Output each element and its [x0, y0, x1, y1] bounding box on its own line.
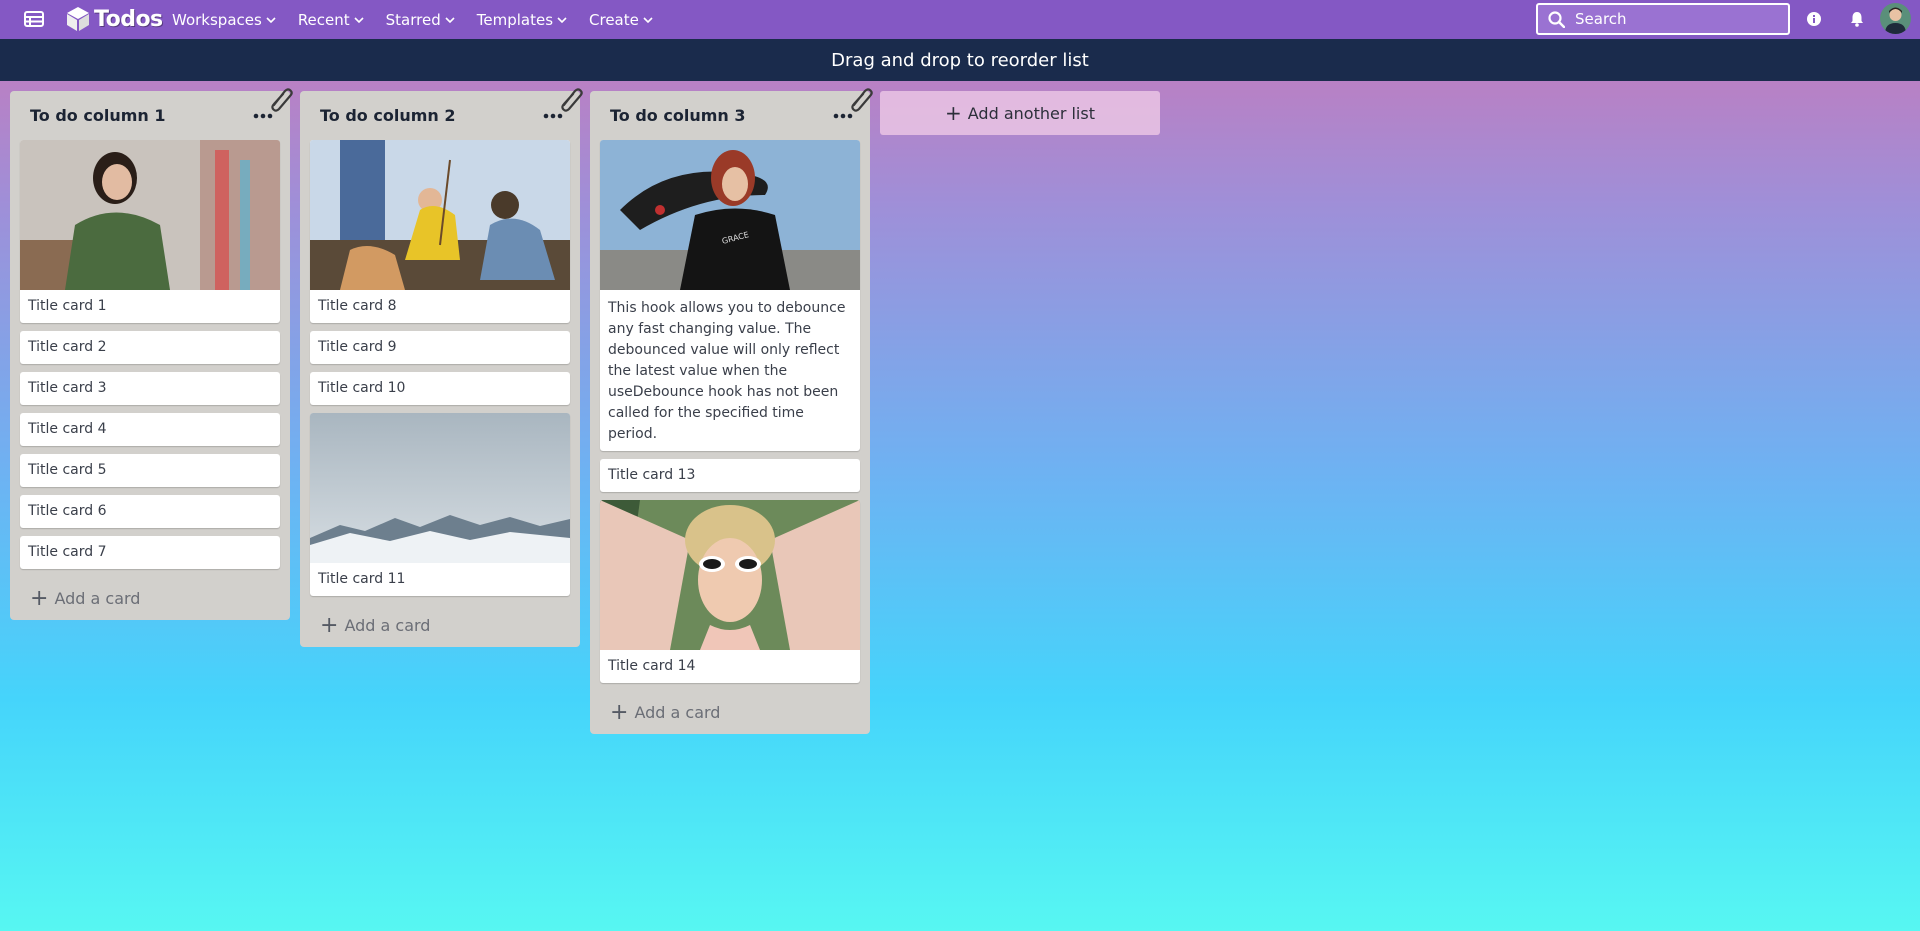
card[interactable]: Title card 10	[310, 372, 570, 405]
card-title: Title card 14	[608, 658, 696, 674]
chevron-down-icon	[445, 16, 455, 23]
add-list-button[interactable]: + Add another list	[880, 91, 1160, 135]
woman-with-skateboard-image: GRACE	[600, 140, 860, 290]
add-card-label: Add a card	[344, 616, 431, 635]
nav-recent-label: Recent	[297, 10, 350, 29]
card[interactable]: Title card 5	[20, 454, 280, 487]
woman-with-sunglasses-image	[600, 500, 860, 650]
card-with-image[interactable]: Title card 8	[310, 140, 570, 323]
plus-icon: +	[320, 613, 339, 638]
card[interactable]: Title card 4	[20, 413, 280, 446]
cube-logo-icon	[67, 7, 89, 31]
nav-starred[interactable]: Starred	[386, 11, 455, 29]
woman-in-green-shirt-image	[20, 140, 280, 290]
card-title: Title card 11	[318, 571, 406, 587]
snowy-mountains-image	[310, 413, 570, 563]
brand-name: Todos	[94, 6, 163, 32]
list-header: To do column 2	[310, 88, 583, 140]
nav-recent[interactable]: Recent	[298, 11, 364, 29]
add-card-button[interactable]: + Add a card	[310, 604, 570, 647]
group-planting-tree-image	[310, 140, 570, 290]
list-column-3[interactable]: To do column 3 GRACE This hook allows yo…	[590, 88, 873, 734]
chevron-down-icon	[643, 16, 653, 23]
user-avatar-icon	[1880, 3, 1911, 34]
nav-templates-label: Templates	[476, 10, 554, 29]
nav-create[interactable]: Create	[589, 11, 653, 29]
card-title: Title card 8	[318, 298, 397, 314]
chevron-down-icon	[354, 16, 364, 23]
bell-icon[interactable]	[1848, 10, 1866, 28]
card-title: Title card 1	[28, 298, 107, 314]
brand-logo[interactable]: Todos	[66, 5, 163, 33]
drag-drop-banner: Drag and drop to reorder list	[0, 39, 1920, 81]
avatar[interactable]	[1880, 3, 1911, 34]
chevron-down-icon	[557, 16, 567, 23]
list-header: To do column 3	[600, 88, 873, 140]
card-with-image[interactable]: Title card 14	[600, 500, 860, 683]
nav-workspaces[interactable]: Workspaces	[172, 11, 276, 29]
card-title: Title card 9	[318, 339, 397, 355]
nav-starred-label: Starred	[385, 10, 441, 29]
card-title: Title card 7	[28, 544, 107, 560]
card[interactable]: Title card 13	[600, 459, 860, 492]
info-icon[interactable]	[1806, 11, 1822, 27]
card-title: Title card 13	[608, 467, 696, 483]
banner-text: Drag and drop to reorder list	[831, 49, 1089, 71]
card[interactable]: Title card 9	[310, 331, 570, 364]
card-title: Title card 3	[28, 380, 107, 396]
card-with-image[interactable]: GRACE This hook allows you to debounce a…	[600, 140, 860, 451]
card[interactable]: Title card 3	[20, 372, 280, 405]
card[interactable]: Title card 7	[20, 536, 280, 569]
paperclip-icon[interactable]	[558, 85, 584, 113]
plus-icon: +	[945, 101, 962, 125]
card[interactable]: Title card 6	[20, 495, 280, 528]
list-title[interactable]: To do column 1	[30, 106, 165, 125]
card-with-image[interactable]: Title card 1	[20, 140, 280, 323]
plus-icon: +	[610, 700, 629, 725]
card-with-image[interactable]: Title card 11	[310, 413, 570, 596]
paperclip-icon[interactable]	[848, 85, 874, 113]
card-title: Title card 2	[28, 339, 107, 355]
search-input[interactable]	[1575, 10, 1775, 28]
add-card-label: Add a card	[634, 703, 721, 722]
card-title: Title card 6	[28, 503, 107, 519]
card[interactable]: Title card 2	[20, 331, 280, 364]
list-title[interactable]: To do column 3	[610, 106, 745, 125]
list-column-1[interactable]: To do column 1 Title card 1 Title card 2…	[10, 88, 293, 620]
add-card-label: Add a card	[54, 589, 141, 608]
card-title: Title card 5	[28, 462, 107, 478]
card-title: Title card 4	[28, 421, 107, 437]
list-title[interactable]: To do column 2	[320, 106, 455, 125]
add-card-button[interactable]: + Add a card	[20, 577, 280, 620]
nav-templates[interactable]: Templates	[477, 11, 567, 29]
card-description: This hook allows you to debounce any fas…	[608, 300, 846, 442]
nav-menu: Workspaces Recent Starred Templates Crea…	[172, 0, 675, 39]
board-menu-icon[interactable]	[24, 10, 44, 28]
plus-icon: +	[30, 586, 49, 611]
chevron-down-icon	[266, 16, 276, 23]
nav-workspaces-label: Workspaces	[172, 10, 262, 29]
list-header: To do column 1	[20, 88, 293, 140]
card-title: Title card 10	[318, 380, 406, 396]
add-list-label: Add another list	[967, 103, 1095, 123]
add-card-button[interactable]: + Add a card	[600, 691, 860, 734]
nav-create-label: Create	[589, 10, 639, 29]
top-navbar: Todos Workspaces Recent Starred Template…	[0, 0, 1920, 39]
search-box[interactable]	[1536, 3, 1790, 35]
paperclip-icon[interactable]	[268, 85, 294, 113]
search-icon	[1548, 10, 1565, 28]
list-column-2[interactable]: To do column 2 Title card 8 Title card 9…	[300, 88, 583, 647]
